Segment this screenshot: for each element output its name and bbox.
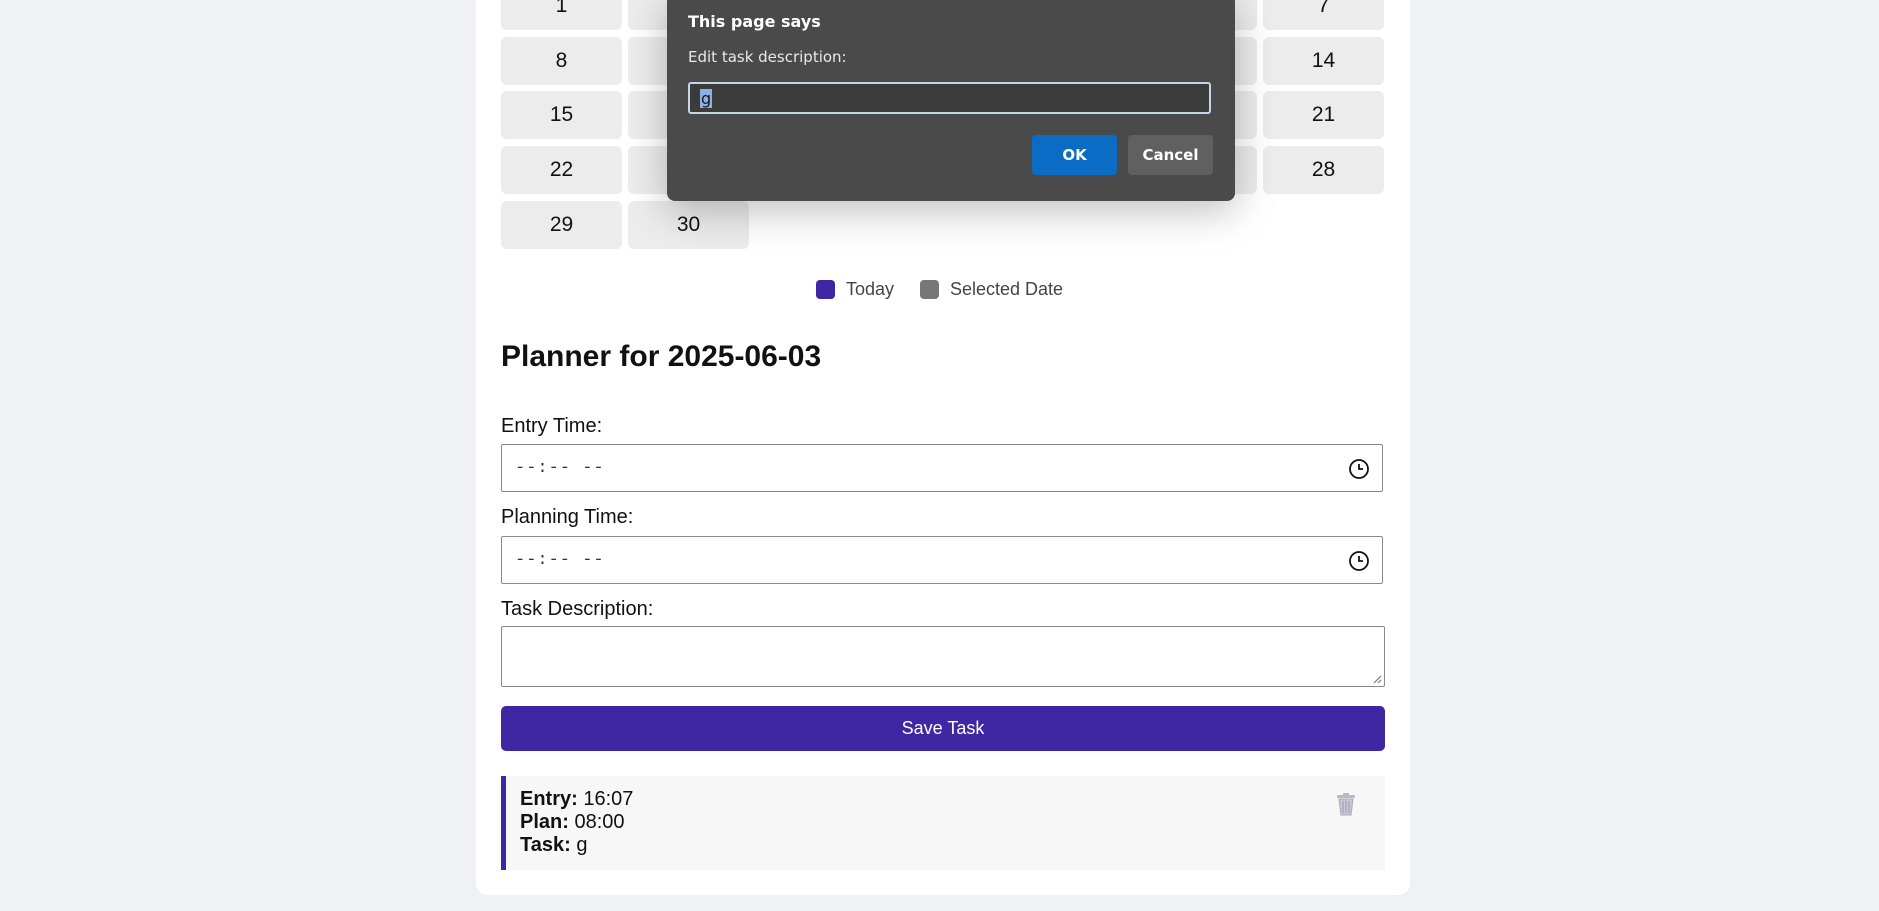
entry-time-value: --:-- -- [515,458,605,478]
calendar-day-15[interactable]: 15 [501,91,622,139]
calendar-day-7[interactable]: 7 [1263,0,1384,30]
entry-time-input[interactable]: --:-- -- [501,444,1383,492]
planning-time-value: --:-- -- [515,550,605,570]
calendar-day-8[interactable]: 8 [501,37,622,85]
planning-time-input[interactable]: --:-- -- [501,536,1383,584]
ok-button[interactable]: OK [1032,135,1117,175]
task-entry-line: Entry: 16:07 [520,788,633,811]
clock-icon[interactable] [1348,550,1370,572]
entry-time-label: Entry Time: [501,415,603,437]
cancel-button[interactable]: Cancel [1128,135,1213,175]
legend-selected-label: Selected Date [949,279,1064,299]
calendar-day-14[interactable]: 14 [1263,37,1384,85]
entry-value: 16:07 [583,788,634,810]
trash-icon[interactable] [1335,792,1357,816]
save-task-button[interactable]: Save Task [501,706,1385,751]
prompt-dialog: This page says Edit task description: g … [667,0,1235,201]
planner-title: Planner for 2025-06-03 [501,340,822,373]
plan-value: 08:00 [574,811,625,833]
legend-today-label: Today [845,279,894,299]
task-description-label: Task Description: [501,598,654,620]
clock-icon[interactable] [1348,458,1370,480]
dialog-input-value: g [700,89,713,108]
calendar-day-28[interactable]: 28 [1263,146,1384,194]
calendar-day-30[interactable]: 30 [628,201,749,249]
dialog-title: This page says [688,12,821,31]
task-entry: Entry: 16:07 Plan: 08:00 Task: g [501,776,1385,870]
plan-label: Plan: [520,811,569,833]
dialog-message: Edit task description: [688,48,847,66]
selected-date-swatch [919,280,939,299]
calendar-day-1[interactable]: 1 [501,0,622,30]
calendar-day-22[interactable]: 22 [501,146,622,194]
legend-selected: Selected Date [919,279,1064,300]
task-description-textarea[interactable] [501,626,1385,687]
calendar-legend: Today Selected Date [0,279,1879,300]
resize-handle-icon[interactable] [1372,674,1382,684]
task-desc-line: Task: g [520,834,587,857]
calendar-day-29[interactable]: 29 [501,201,622,249]
planning-time-label: Planning Time: [501,506,634,528]
today-swatch [815,280,835,299]
dialog-input[interactable]: g [688,82,1211,114]
entry-label: Entry: [520,788,578,810]
calendar-day-21[interactable]: 21 [1263,91,1384,139]
legend-today: Today [815,279,894,300]
task-value: g [576,834,588,856]
task-plan-line: Plan: 08:00 [520,811,625,834]
task-label: Task: [520,834,571,856]
